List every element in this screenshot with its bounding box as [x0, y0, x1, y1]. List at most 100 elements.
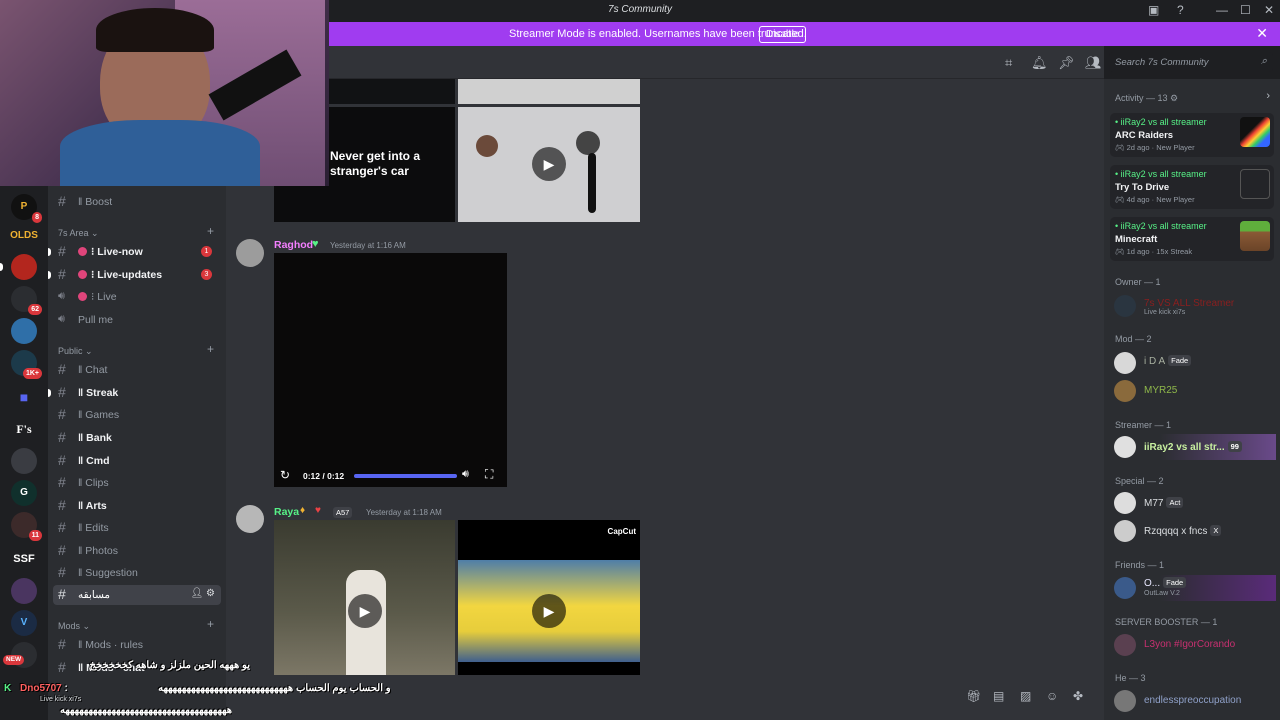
- replay-icon[interactable]: ↻: [280, 468, 290, 482]
- folder-icon[interactable]: ■: [11, 384, 37, 410]
- avatar[interactable]: [236, 505, 264, 533]
- apps-icon[interactable]: ✤: [1073, 689, 1083, 703]
- fullscreen-icon[interactable]: ⛶: [485, 467, 493, 482]
- channel-selected[interactable]: # مسابقه 👤︎ ⚙: [53, 585, 221, 605]
- play-icon[interactable]: ▶: [348, 594, 382, 628]
- gift-icon[interactable]: 🎁︎: [966, 689, 981, 703]
- channel-live-updates[interactable]: # ⁝ Live-updates 3: [56, 265, 222, 285]
- video-thumb[interactable]: ▶: [274, 520, 455, 675]
- server-icon[interactable]: [11, 578, 37, 604]
- channel-name: Bank: [86, 432, 112, 444]
- close-icon[interactable]: ✕: [1256, 25, 1268, 42]
- category-mods[interactable]: Mods ⌄: [58, 621, 90, 632]
- role-icon: ♥: [312, 238, 319, 250]
- server-icon[interactable]: 11: [11, 512, 42, 541]
- channel-header: ⌗ 🔔︎ 📌︎ 👥︎: [329, 46, 1104, 79]
- activity-card[interactable]: • iiRay2 vs all streamer Try To Drive 🎮︎…: [1110, 165, 1274, 209]
- channel-cmd[interactable]: # ‖ Cmd: [56, 451, 222, 471]
- channel-bank[interactable]: # ‖ Bank: [56, 428, 222, 448]
- sticker-icon[interactable]: ▨: [1020, 689, 1031, 703]
- member-name: MYR25: [1144, 385, 1178, 396]
- threads-icon[interactable]: ⌗: [1005, 55, 1012, 71]
- close-window-icon[interactable]: ✕: [1264, 3, 1274, 17]
- channel-suggestion[interactable]: # ‖ Suggestion: [56, 563, 222, 583]
- member-item[interactable]: L3yon #IgorCorando: [1110, 632, 1276, 658]
- maximize-icon[interactable]: ☐: [1240, 3, 1251, 17]
- video-thumb[interactable]: ▶: [458, 107, 640, 222]
- volume-icon[interactable]: 🔊︎: [462, 468, 469, 481]
- voice-channel-live[interactable]: 🔊︎ ⁝ Live: [56, 287, 222, 307]
- message-author[interactable]: Raya: [274, 506, 299, 518]
- member-item[interactable]: MYR25: [1110, 378, 1276, 404]
- server-ssf[interactable]: SSF: [11, 546, 37, 572]
- activity-header[interactable]: Activity — 13 ⚙: [1115, 93, 1178, 104]
- channel-chat[interactable]: # ‖ Chat: [56, 360, 222, 380]
- media-thumb[interactable]: [458, 79, 640, 104]
- help-icon[interactable]: ?: [1177, 3, 1184, 17]
- channel-mods-rules[interactable]: # ‖ Mods · rules: [56, 635, 222, 655]
- category-7s-area[interactable]: 7s Area ⌄: [58, 228, 99, 239]
- activity-game: ARC Raiders: [1115, 130, 1174, 141]
- avatar: [1114, 577, 1136, 599]
- activity-streamer-name: iiRay2 vs all streamer: [1120, 169, 1207, 179]
- category-public[interactable]: Public ⌄: [58, 346, 93, 357]
- server-icon[interactable]: P8: [11, 194, 42, 223]
- activity-meta: 🎮︎ 2d ago · New Player: [1115, 143, 1195, 152]
- server-olds[interactable]: OLDS: [8, 223, 40, 249]
- server-icon[interactable]: 62: [11, 286, 42, 315]
- add-channel-icon[interactable]: +: [207, 617, 214, 631]
- gif-icon[interactable]: ▤: [993, 689, 1004, 703]
- member-tag: 99: [1227, 441, 1242, 452]
- member-item[interactable]: O... Fade OutLaw V.2: [1110, 575, 1276, 601]
- chevron-right-icon[interactable]: ›: [1266, 90, 1270, 102]
- add-channel-icon[interactable]: +: [207, 224, 214, 238]
- server-icon[interactable]: [11, 254, 37, 280]
- channel-clips[interactable]: # ‖ Clips: [56, 473, 222, 493]
- channel-actions[interactable]: 👤︎ ⚙: [191, 588, 215, 599]
- bell-icon[interactable]: 🔔︎: [1031, 55, 1048, 71]
- channel-label: ‖ Chat: [78, 364, 108, 376]
- search-input[interactable]: Search 7s Community ⌕: [1109, 52, 1273, 72]
- play-icon[interactable]: ▶: [532, 147, 566, 181]
- server-icon[interactable]: 1K+: [11, 350, 42, 379]
- channel-label: ‖ Photos: [78, 545, 118, 557]
- activity-status: New Player: [1156, 195, 1195, 204]
- video-thumb[interactable]: CapCut ▶: [458, 520, 640, 675]
- activity-card[interactable]: • iiRay2 vs all streamer ARC Raiders 🎮︎ …: [1110, 113, 1274, 157]
- member-item[interactable]: 7s VS ALL Streamer Live kick xi7s: [1110, 293, 1276, 319]
- channel-streak[interactable]: # ‖ Streak: [56, 383, 222, 403]
- member-item[interactable]: endlesspreoccupation: [1110, 688, 1276, 714]
- activity-card[interactable]: • iiRay2 vs all streamer Minecraft 🎮︎ 1d…: [1110, 217, 1274, 261]
- voice-channel-pull-me[interactable]: 🔊︎ Pull me: [56, 310, 222, 330]
- emoji-picker-icon[interactable]: ☺: [1046, 689, 1058, 703]
- server-icon[interactable]: G: [11, 480, 37, 506]
- channel-edits[interactable]: # ‖ Edits: [56, 518, 222, 538]
- add-channel-icon[interactable]: +: [207, 342, 214, 356]
- member-list-icon[interactable]: 👥︎: [1085, 55, 1102, 71]
- media-thumb[interactable]: [329, 79, 455, 104]
- server-icon[interactable]: [11, 318, 37, 344]
- server-icon[interactable]: V: [11, 610, 37, 636]
- channel-label: ‖ Cmd: [78, 455, 110, 467]
- pin-icon[interactable]: 📌︎: [1058, 55, 1075, 71]
- server-icon[interactable]: [11, 448, 37, 474]
- minimize-icon[interactable]: —: [1216, 3, 1228, 17]
- disable-button[interactable]: Disable: [759, 26, 807, 43]
- play-icon[interactable]: ▶: [532, 594, 566, 628]
- message-author[interactable]: Raghod: [274, 239, 313, 251]
- member-name-text: i D A: [1144, 356, 1166, 367]
- member-item[interactable]: M77 Act: [1110, 490, 1276, 516]
- member-item[interactable]: Rzqqqq x fncs X: [1110, 518, 1276, 544]
- member-item[interactable]: i D A Fade: [1110, 350, 1276, 376]
- channel-live-now[interactable]: # ⁝ Live-now 1: [56, 242, 222, 262]
- video-player[interactable]: ↻ 0:12 / 0:12 🔊︎ ⛶: [274, 253, 507, 487]
- member-item[interactable]: iiRay2 vs all str... 99: [1110, 434, 1276, 460]
- channel-photos[interactable]: # ‖ Photos: [56, 541, 222, 561]
- video-progress-bar[interactable]: [354, 474, 457, 478]
- channel-arts[interactable]: # ‖ Arts: [56, 496, 222, 516]
- avatar[interactable]: [236, 239, 264, 267]
- inbox-icon[interactable]: ▣: [1148, 3, 1159, 17]
- channel-boost[interactable]: # ‖ Boost: [56, 192, 222, 212]
- server-fs[interactable]: F's: [11, 416, 37, 442]
- channel-games[interactable]: # ‖ Games: [56, 405, 222, 425]
